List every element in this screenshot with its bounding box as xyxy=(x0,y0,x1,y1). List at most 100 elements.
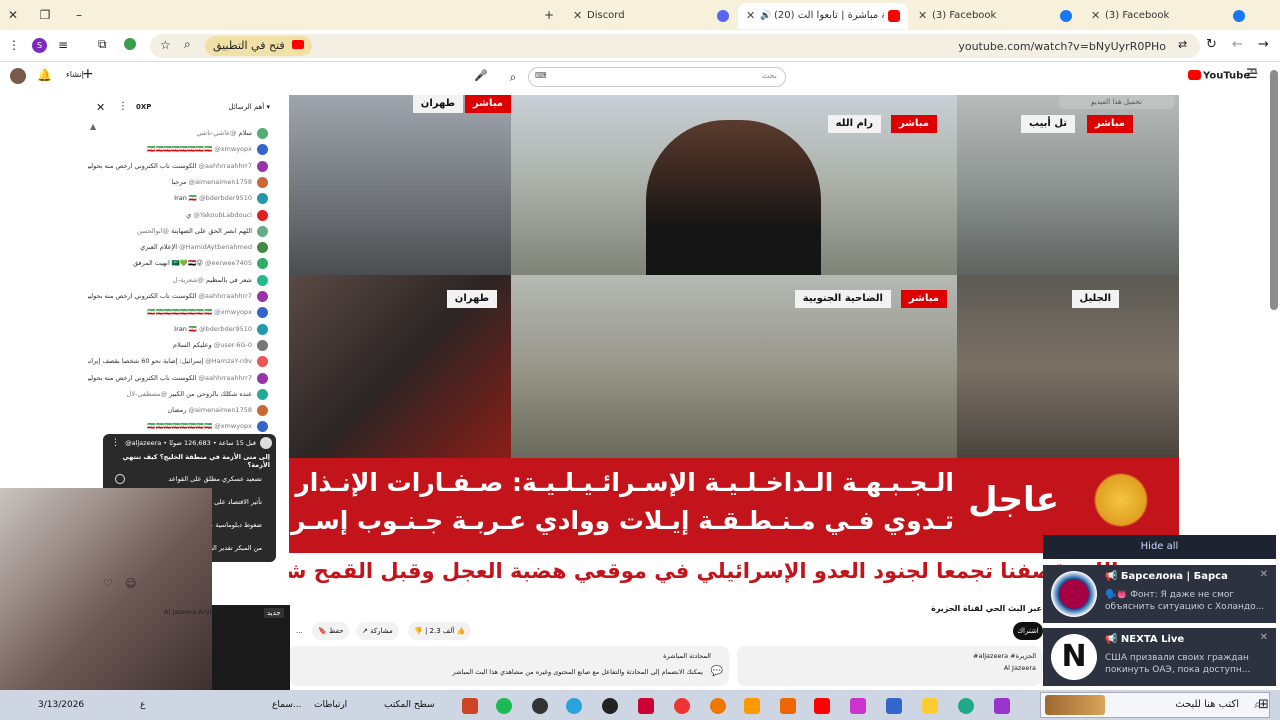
close-icon[interactable]: ✕ xyxy=(1091,3,1100,29)
tab-facebook-2[interactable]: ✕ (3) Facebook xyxy=(1083,3,1253,29)
tab-facebook-1[interactable]: ✕ (3) Facebook xyxy=(910,3,1080,29)
taskbar-app-icon[interactable] xyxy=(744,698,760,714)
close-chat-icon[interactable]: ✕ xyxy=(96,101,105,114)
open-in-app-button[interactable]: فتح في التطبيق xyxy=(205,36,313,56)
save-button[interactable]: 🔖 حفظ xyxy=(312,622,350,640)
taskbar-app-icon[interactable] xyxy=(462,698,478,714)
video-player[interactable]: مباشر طهران مباشر رام الله مباشر تل أبيب… xyxy=(289,95,1179,595)
description-box[interactable]: #aljazeera #الجزيرة Al Jazeera xyxy=(737,646,1042,686)
chat-username[interactable]: @bderbder9510 xyxy=(199,325,252,333)
chat-username[interactable]: @aimenaimen1758 xyxy=(188,178,252,186)
chat-username[interactable]: @xmwyopx xyxy=(214,308,252,316)
site-settings-icon[interactable]: ⇄ xyxy=(1178,38,1187,51)
chat-username[interactable]: @aahhrraahhrr7 xyxy=(198,162,252,170)
share-button[interactable]: ↗ مشاركة xyxy=(356,622,399,640)
emoji-icon[interactable]: ☺ xyxy=(125,577,136,590)
new-tab-icon[interactable]: + xyxy=(540,6,558,24)
telegram-icon[interactable] xyxy=(566,698,582,714)
taskbar-search-input[interactable]: اكتب هنا للبحث ⌕ xyxy=(1040,692,1270,718)
close-icon[interactable]: ✕ xyxy=(1260,632,1268,643)
spotify-icon[interactable] xyxy=(496,698,512,714)
chat-username[interactable]: @aahhrraahhrr7 xyxy=(198,292,252,300)
chat-username[interactable]: @eerwee7405 xyxy=(205,259,252,267)
poll-option[interactable]: تصعيد عسكري مطلق على القواعد xyxy=(113,471,268,487)
menu-dots-icon[interactable]: ⋮ xyxy=(8,38,20,52)
chat-username[interactable]: @HamidAytbenahmed xyxy=(179,243,252,251)
chat-text: انهيت المرفق 🇸🇦💚🇪🇬😜 xyxy=(133,259,203,268)
avatar[interactable] xyxy=(10,68,26,84)
minimize-window-icon[interactable]: – xyxy=(70,6,88,24)
youtube-logo[interactable]: YouTubeSA xyxy=(1188,70,1258,81)
like-dislike-button[interactable]: 👎 | 2.3 ألف 👍 xyxy=(408,622,472,640)
edge-icon[interactable] xyxy=(958,698,974,714)
taskbar-app-icon[interactable] xyxy=(532,698,548,714)
chat-username[interactable]: @user-6G-0 xyxy=(214,341,252,349)
close-window-icon[interactable]: ✕ xyxy=(4,6,22,24)
taskbar-app-icon[interactable] xyxy=(850,698,866,714)
search-button[interactable]: ⌕ xyxy=(498,67,528,87)
chat-username[interactable]: @ابوالحسن xyxy=(137,227,169,235)
links-label[interactable]: ارتباطات xyxy=(314,700,347,710)
subscribe-button[interactable]: اشتراك xyxy=(1013,622,1043,640)
tab-youtube-active[interactable]: ✕ 🔊 (20) تغطية مباشرة | تابعوا الت... xyxy=(738,3,908,29)
restore-window-icon[interactable]: ❐ xyxy=(36,6,54,24)
chat-filter-dropdown[interactable]: أهم الرسائل ▾ xyxy=(229,103,270,111)
desktop-label[interactable]: سطح المكتب xyxy=(384,700,435,710)
search-icon[interactable]: ⌕ xyxy=(184,37,191,52)
chat-username[interactable]: @YakoubLabdouci xyxy=(193,211,252,219)
chat-username[interactable]: @bderbder9510 xyxy=(199,194,252,202)
microphone-icon[interactable]: 🎤 xyxy=(474,69,488,82)
extension-icon[interactable] xyxy=(124,38,136,50)
search-input[interactable]: بحث ⌨ xyxy=(528,67,786,87)
chat-username[interactable]: @مصطفى-لال xyxy=(127,390,167,398)
chat-scroll-up-icon[interactable]: ▲ xyxy=(90,122,96,131)
keyboard-icon[interactable]: ⌨ xyxy=(535,71,547,80)
music-label[interactable]: سماع... xyxy=(272,700,301,710)
page-scrollbar[interactable] xyxy=(1270,70,1278,310)
close-icon[interactable]: ✕ xyxy=(746,3,755,29)
heart-icon[interactable]: ♡ xyxy=(103,577,113,590)
chat-message-text: وعليكم السلام @user-6G-0 xyxy=(173,341,252,349)
hide-all-button[interactable]: Hide all xyxy=(1043,535,1276,559)
chat-username[interactable]: @شعرية-ل xyxy=(173,276,204,284)
bookmark-star-icon[interactable]: ☆ xyxy=(160,38,171,52)
close-icon[interactable]: ✕ xyxy=(918,3,927,29)
notifications-icon[interactable]: 🔔 xyxy=(37,68,52,82)
notification-barcelona[interactable]: 📢 Барселона | Барса 🗣️👅 Фонт: Я даже не … xyxy=(1043,565,1276,623)
more-button[interactable]: ... xyxy=(290,622,309,640)
chat-username[interactable]: @aimenaimen1758 xyxy=(188,406,252,414)
back-icon[interactable]: → xyxy=(1258,37,1269,52)
close-icon[interactable]: ✕ xyxy=(1260,569,1268,580)
youtube-icon[interactable] xyxy=(814,698,830,714)
language-indicator[interactable]: ع xyxy=(140,700,145,710)
chat-menu-icon[interactable]: ⋮ xyxy=(118,101,128,112)
reload-icon[interactable]: ↻ xyxy=(1206,37,1217,52)
close-icon[interactable]: ✕ xyxy=(573,3,582,29)
file-explorer-icon[interactable] xyxy=(922,698,938,714)
copilot-icon[interactable] xyxy=(994,698,1010,714)
nexta-avatar-icon: N xyxy=(1051,634,1097,680)
shorts-thumbnail[interactable]: جديد xyxy=(212,605,290,690)
taskbar-app-icon[interactable] xyxy=(780,698,796,714)
chat-username[interactable]: @xmwyopx xyxy=(214,422,252,430)
download-video-button[interactable]: تحميل هذا الفيديو xyxy=(1059,95,1174,109)
chat-username[interactable]: @HamzaY-n9v xyxy=(205,357,252,365)
notification-nexta[interactable]: N 📢 NEXTA Live США призвали своих гражда… xyxy=(1043,628,1276,686)
chat-username[interactable]: @عاشي-تاشي xyxy=(196,129,236,137)
reading-list-icon[interactable]: ≡ xyxy=(58,38,68,52)
chat-username[interactable]: @xmwyopx xyxy=(214,145,252,153)
tab-discord[interactable]: ✕ Discord xyxy=(565,3,735,29)
forward-icon[interactable]: ← xyxy=(1232,37,1243,52)
create-icon[interactable]: + xyxy=(82,66,94,82)
chatgpt-icon[interactable] xyxy=(602,698,618,714)
taskbar-app-icon[interactable] xyxy=(638,698,654,714)
taskbar-app-icon[interactable] xyxy=(710,698,726,714)
taskbar-app-icon[interactable] xyxy=(886,698,902,714)
extensions-icon[interactable]: ⧉ xyxy=(98,37,107,52)
chrome-icon[interactable] xyxy=(674,698,690,714)
poll-menu-icon[interactable]: ⋮ xyxy=(111,438,120,448)
chat-username[interactable]: @aahhrraahhrr7 xyxy=(198,374,252,382)
start-windows-icon[interactable]: ⊞ xyxy=(1258,697,1269,712)
profile-avatar-icon[interactable]: S xyxy=(32,38,47,53)
avatar xyxy=(257,372,268,384)
